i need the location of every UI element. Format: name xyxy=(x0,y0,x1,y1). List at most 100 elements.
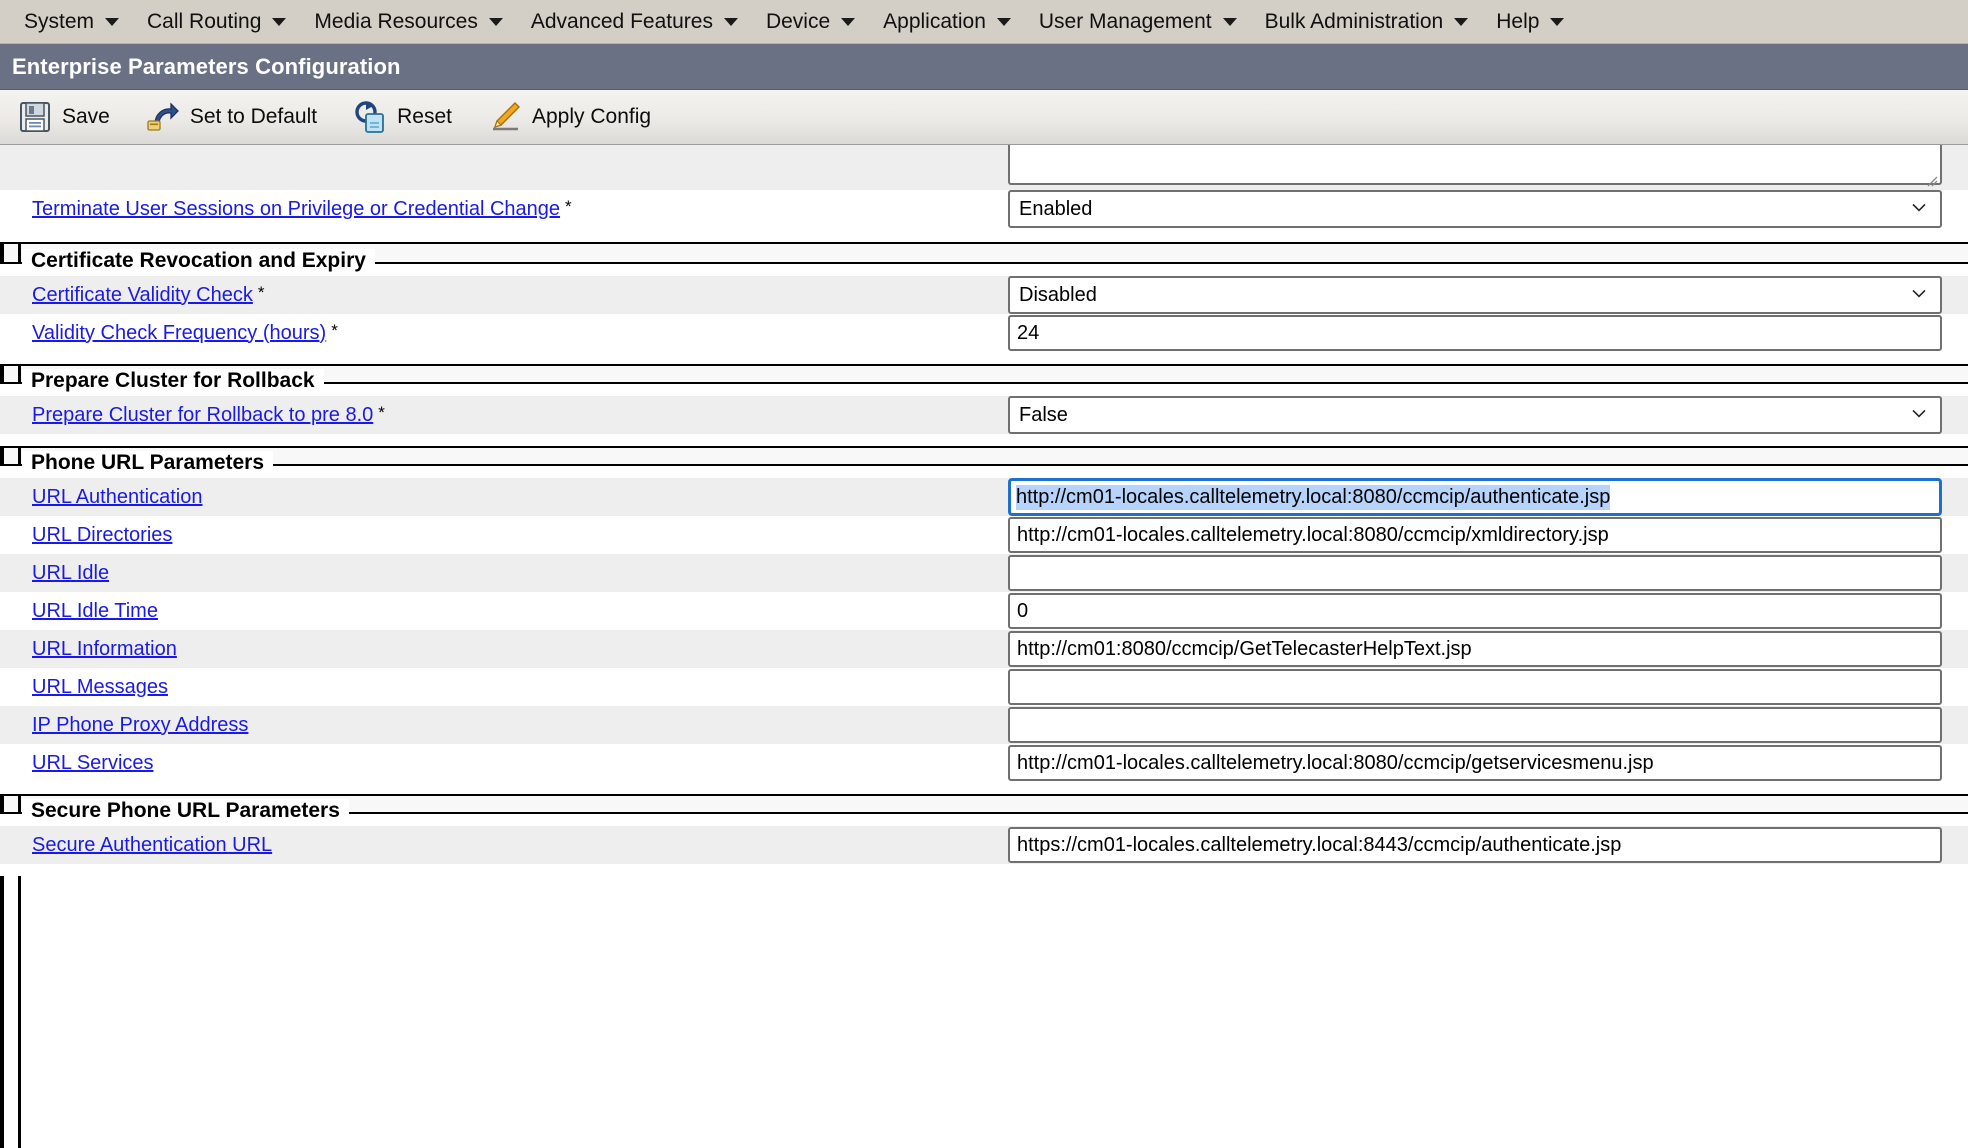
reset-refresh-icon xyxy=(353,100,387,134)
form-row-label-cell: Secure Authentication URL xyxy=(0,834,1008,857)
set-to-default-icon xyxy=(146,100,180,134)
form-row-value-cell: 0 xyxy=(1008,593,1968,629)
select-certificate-validity-check[interactable]: Disabled xyxy=(1008,276,1942,314)
input-url-idle[interactable] xyxy=(1008,555,1942,591)
select-prepare-cluster-for-rollback-to-pre-8-0[interactable]: False xyxy=(1008,396,1942,434)
input-value: 0 xyxy=(1017,600,1028,623)
chevron-down-icon xyxy=(272,18,286,26)
chevron-down-icon xyxy=(105,18,119,26)
menu-item-label: User Management xyxy=(1039,11,1212,32)
input-value: http://cm01-locales.calltelemetry.local:… xyxy=(1017,752,1654,775)
input-value: https://cm01-locales.calltelemetry.local… xyxy=(1017,834,1621,857)
menu-item-label: Device xyxy=(766,11,830,32)
chevron-down-icon xyxy=(1223,18,1237,26)
form-row-label-cell: IP Phone Proxy Address xyxy=(0,714,1008,737)
textarea-wrapper[interactable] xyxy=(1008,145,1942,190)
menu-item-application[interactable]: Application xyxy=(869,7,1025,36)
menu-item-label: Application xyxy=(883,11,986,32)
menu-item-label: Call Routing xyxy=(147,11,261,32)
page-title: Enterprise Parameters Configuration xyxy=(12,54,401,80)
menu-item-user-management[interactable]: User Management xyxy=(1025,7,1251,36)
form-row-value-cell xyxy=(1008,145,1968,190)
input-validity-check-frequency-hours[interactable]: 24 xyxy=(1008,315,1942,351)
form-row: URL Information http://cm01:8080/ccmcip/G… xyxy=(0,630,1968,668)
chevron-down-icon xyxy=(997,18,1011,26)
form-row: Validity Check Frequency (hours)* 24 xyxy=(0,314,1968,352)
input-url-information[interactable]: http://cm01:8080/ccmcip/GetTelecasterHel… xyxy=(1008,631,1942,667)
form-row: URL Services http://cm01-locales.calltele… xyxy=(0,744,1968,782)
input-url-messages[interactable] xyxy=(1008,669,1942,705)
menu-item-label: Help xyxy=(1496,11,1539,32)
chevron-down-icon xyxy=(489,18,503,26)
param-link-secure-authentication-url[interactable]: Secure Authentication URL xyxy=(32,834,272,857)
apply-config-pencil-icon xyxy=(488,100,522,134)
input-url-idle-time[interactable]: 0 xyxy=(1008,593,1942,629)
form-row-value-cell: http://cm01-locales.calltelemetry.local:… xyxy=(1008,517,1968,553)
chevron-down-icon xyxy=(1911,199,1927,215)
save-floppy-icon xyxy=(18,100,52,134)
form-row-label-cell: URL Information xyxy=(0,638,1008,661)
form-row-value-cell xyxy=(1008,669,1968,705)
form-row: Certificate Validity Check* Disabled xyxy=(0,276,1968,314)
param-link-url-information[interactable]: URL Information xyxy=(32,638,177,661)
menu-item-label: Advanced Features xyxy=(531,11,713,32)
toolbar-button-label: Reset xyxy=(397,105,452,129)
select-value: Enabled xyxy=(1019,198,1092,221)
param-link-ip-phone-proxy-address[interactable]: IP Phone Proxy Address xyxy=(32,714,248,737)
menu-item-advanced-features[interactable]: Advanced Features xyxy=(517,7,752,36)
param-link-terminate-user-sessions-on-privilege-or-credential-change[interactable]: Terminate User Sessions on Privilege or … xyxy=(32,198,560,221)
form-row-value-cell xyxy=(1008,555,1968,591)
section-prepare-cluster-for-rollback: Prepare Cluster for RollbackPrepare Clus… xyxy=(0,382,1968,448)
select-terminate-user-sessions-on-privilege-or-credential-change[interactable]: Enabled xyxy=(1008,190,1942,228)
form-row-label-cell: URL Idle xyxy=(0,562,1008,585)
form-row: Prepare Cluster for Rollback to pre 8.0*… xyxy=(0,396,1968,434)
menu-item-label: Bulk Administration xyxy=(1265,11,1444,32)
form-row-label-cell: URL Authentication xyxy=(0,486,1008,509)
param-link-url-services[interactable]: URL Services xyxy=(32,752,154,775)
required-asterisk: * xyxy=(258,283,265,303)
menu-item-help[interactable]: Help xyxy=(1482,7,1578,36)
input-url-services[interactable]: http://cm01-locales.calltelemetry.local:… xyxy=(1008,745,1942,781)
form-row-label-cell: URL Directories xyxy=(0,524,1008,547)
partial-textarea[interactable] xyxy=(1008,145,1942,185)
input-secure-authentication-url[interactable]: https://cm01-locales.calltelemetry.local… xyxy=(1008,827,1942,863)
chevron-down-icon xyxy=(724,18,738,26)
param-link-url-messages[interactable]: URL Messages xyxy=(32,676,168,699)
menu-item-media-resources[interactable]: Media Resources xyxy=(300,7,516,36)
toolbar-reset-button[interactable]: Reset xyxy=(349,98,468,136)
input-value: 24 xyxy=(1017,322,1039,345)
form-row: URL Messages xyxy=(0,668,1968,706)
toolbar-apply-config-button[interactable]: Apply Config xyxy=(484,98,667,136)
param-link-validity-check-frequency-hours[interactable]: Validity Check Frequency (hours) xyxy=(32,322,326,345)
input-url-authentication[interactable]: http://cm01-locales.calltelemetry.local:… xyxy=(1008,478,1942,516)
param-link-prepare-cluster-for-rollback-to-pre-8-0[interactable]: Prepare Cluster for Rollback to pre 8.0 xyxy=(32,404,373,427)
form-row-value-cell xyxy=(1008,707,1968,743)
section-certificate-revocation-and-expiry: Certificate Revocation and ExpiryCertifi… xyxy=(0,262,1968,366)
param-link-url-authentication[interactable]: URL Authentication xyxy=(32,486,202,509)
param-link-url-directories[interactable]: URL Directories xyxy=(32,524,172,547)
menu-item-device[interactable]: Device xyxy=(752,7,869,36)
form-row-value-cell: http://cm01-locales.calltelemetry.local:… xyxy=(1008,745,1968,781)
chevron-down-icon xyxy=(1911,405,1927,421)
param-link-url-idle[interactable]: URL Idle xyxy=(32,562,109,585)
form-row-label-cell: Prepare Cluster for Rollback to pre 8.0* xyxy=(0,404,1008,427)
parameters-form-body: Terminate User Sessions on Privilege or … xyxy=(0,145,1968,876)
input-ip-phone-proxy-address[interactable] xyxy=(1008,707,1942,743)
section-legend: Phone URL Parameters xyxy=(22,451,273,475)
menu-item-system[interactable]: System xyxy=(10,7,133,36)
section-phone-url-parameters: Phone URL ParametersURL Authenticationht… xyxy=(0,464,1968,796)
toolbar-set-to-default-button[interactable]: Set to Default xyxy=(142,98,333,136)
form-row: URL Directories http://cm01-locales.callt… xyxy=(0,516,1968,554)
param-link-url-idle-time[interactable]: URL Idle Time xyxy=(32,600,158,623)
page-title-bar: Enterprise Parameters Configuration xyxy=(0,44,1968,90)
menu-item-call-routing[interactable]: Call Routing xyxy=(133,7,300,36)
input-value: http://cm01-locales.calltelemetry.local:… xyxy=(1017,524,1609,547)
param-link-certificate-validity-check[interactable]: Certificate Validity Check xyxy=(32,284,253,307)
input-url-directories[interactable]: http://cm01-locales.calltelemetry.local:… xyxy=(1008,517,1942,553)
chevron-down-icon xyxy=(1550,18,1564,26)
menu-item-bulk-administration[interactable]: Bulk Administration xyxy=(1251,7,1483,36)
required-asterisk: * xyxy=(331,321,338,341)
form-row-label-cell: URL Services xyxy=(0,752,1008,775)
form-row-value-cell: Disabled xyxy=(1008,276,1968,314)
toolbar-save-button[interactable]: Save xyxy=(14,98,126,136)
